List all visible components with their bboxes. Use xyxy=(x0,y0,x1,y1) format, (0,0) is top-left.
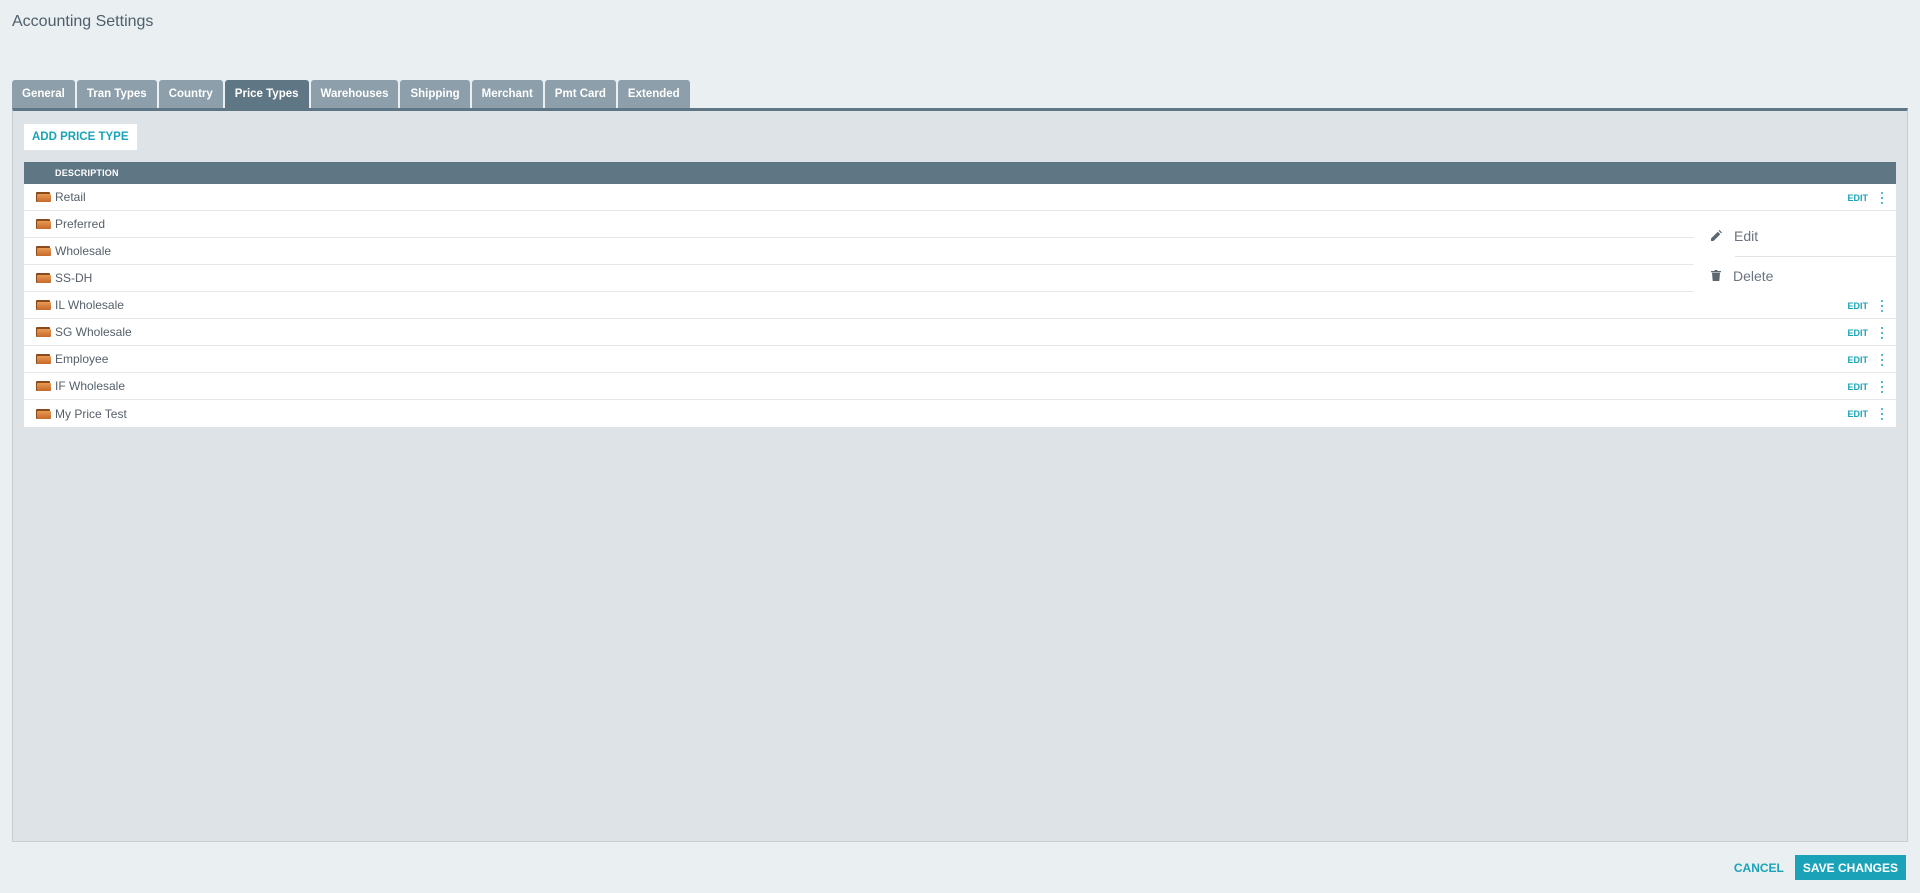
tab-extended[interactable]: Extended xyxy=(617,80,690,108)
column-header-description[interactable]: DESCRIPTION xyxy=(55,168,119,178)
row-edit-link[interactable]: EDIT xyxy=(1847,301,1868,311)
pencil-icon xyxy=(1711,228,1722,244)
row-edit-link[interactable]: EDIT xyxy=(1847,193,1868,203)
table-row[interactable]: Wholesale xyxy=(24,238,1896,265)
folder-icon xyxy=(36,192,51,202)
row-description: Retail xyxy=(55,190,86,204)
folder-icon xyxy=(36,300,51,310)
row-actions: EDIT xyxy=(1847,184,1886,211)
tab-pmt-card[interactable]: Pmt Card xyxy=(544,80,616,108)
grid-header: DESCRIPTION xyxy=(24,162,1896,184)
table-row[interactable]: SS-DH xyxy=(24,265,1896,292)
folder-icon xyxy=(36,273,51,283)
menu-item-label: Delete xyxy=(1733,268,1774,284)
trash-icon xyxy=(1711,268,1721,284)
table-row[interactable]: IF Wholesale EDIT xyxy=(24,373,1896,400)
folder-icon xyxy=(36,354,51,364)
tab-panel: ADD PRICE TYPE DESCRIPTION Retail EDIT Pre… xyxy=(12,108,1908,842)
row-description: SG Wholesale xyxy=(55,325,132,339)
table-row[interactable]: IL Wholesale EDIT xyxy=(24,292,1896,319)
folder-icon xyxy=(36,219,51,229)
tab-general[interactable]: General xyxy=(12,80,75,108)
row-description: IL Wholesale xyxy=(55,298,124,312)
settings-tabs: General Tran Types Country Price Types W… xyxy=(12,80,690,108)
menu-item-delete[interactable]: Delete xyxy=(1694,256,1896,296)
row-edit-link[interactable]: EDIT xyxy=(1847,355,1868,365)
save-changes-button[interactable]: SAVE CHANGES xyxy=(1794,855,1906,880)
row-description: My Price Test xyxy=(55,406,127,421)
row-edit-link[interactable]: EDIT xyxy=(1847,409,1868,419)
row-actions: EDIT xyxy=(1847,292,1886,319)
table-row[interactable]: Preferred xyxy=(24,211,1896,238)
menu-divider xyxy=(1735,256,1896,257)
row-description: Preferred xyxy=(55,217,106,231)
more-options-icon[interactable] xyxy=(1878,353,1886,366)
row-edit-link[interactable]: EDIT xyxy=(1847,382,1868,392)
tab-merchant[interactable]: Merchant xyxy=(471,80,543,108)
footer-actions: CANCEL SAVE CHANGES xyxy=(1734,855,1906,880)
folder-icon xyxy=(36,246,51,256)
tab-country[interactable]: Country xyxy=(158,80,223,108)
row-actions: EDIT xyxy=(1847,373,1886,400)
more-options-icon[interactable] xyxy=(1878,299,1886,312)
tab-tran-types[interactable]: Tran Types xyxy=(76,80,157,108)
table-row[interactable]: Retail EDIT xyxy=(24,184,1896,211)
tab-price-types[interactable]: Price Types xyxy=(224,80,309,108)
price-types-grid: DESCRIPTION Retail EDIT Preferred Wholesale… xyxy=(24,162,1896,427)
row-edit-link[interactable]: EDIT xyxy=(1847,328,1868,338)
menu-item-label: Edit xyxy=(1734,228,1759,244)
menu-item-edit[interactable]: Edit xyxy=(1694,216,1896,256)
tab-shipping[interactable]: Shipping xyxy=(400,80,470,108)
folder-icon xyxy=(36,381,51,391)
more-options-icon[interactable] xyxy=(1878,380,1886,393)
row-description: SS-DH xyxy=(55,271,93,285)
more-options-icon[interactable] xyxy=(1878,326,1886,339)
row-description: IF Wholesale xyxy=(55,379,126,393)
row-description: Employee xyxy=(55,352,109,366)
table-row[interactable]: SG Wholesale EDIT xyxy=(24,319,1896,346)
grid-body: Retail EDIT Preferred Wholesale SS-DH IL Whol… xyxy=(24,184,1896,427)
cancel-button[interactable]: CANCEL xyxy=(1734,861,1784,875)
folder-icon xyxy=(36,408,51,419)
row-actions: EDIT xyxy=(1847,346,1886,373)
more-options-icon[interactable] xyxy=(1878,407,1886,420)
row-actions: EDIT xyxy=(1847,400,1886,427)
table-row[interactable]: My Price Test EDIT xyxy=(24,400,1896,427)
add-price-type-button[interactable]: ADD PRICE TYPE xyxy=(24,124,137,150)
table-row[interactable]: Employee EDIT xyxy=(24,346,1896,373)
more-options-icon[interactable] xyxy=(1878,191,1886,204)
row-actions: EDIT xyxy=(1847,319,1886,346)
page-title: Accounting Settings xyxy=(12,13,154,30)
row-description: Wholesale xyxy=(55,244,112,258)
row-context-menu: Edit Delete xyxy=(1694,216,1896,296)
tab-warehouses[interactable]: Warehouses xyxy=(310,80,399,108)
folder-icon xyxy=(36,327,51,337)
